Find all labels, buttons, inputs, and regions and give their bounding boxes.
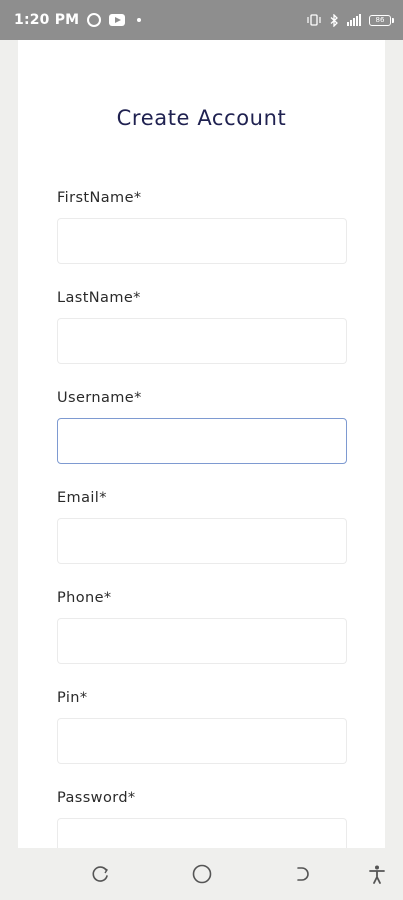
email-label: Email* bbox=[57, 490, 107, 506]
username-field[interactable] bbox=[57, 418, 347, 464]
password-field[interactable] bbox=[57, 818, 347, 848]
pin-field[interactable] bbox=[57, 718, 347, 764]
phone-label: Phone* bbox=[57, 590, 112, 606]
phone-field[interactable] bbox=[57, 618, 347, 664]
accessibility-icon[interactable] bbox=[365, 862, 389, 886]
signal-icon bbox=[347, 14, 361, 26]
lastname-label: LastName* bbox=[57, 290, 141, 306]
email-field[interactable] bbox=[57, 518, 347, 564]
status-bar: 1:20 PM 86 bbox=[0, 0, 403, 40]
system-nav-bar bbox=[0, 848, 403, 900]
vibrate-icon bbox=[307, 14, 321, 26]
notification-dot-icon bbox=[137, 18, 142, 22]
status-left: 1:20 PM bbox=[14, 12, 142, 28]
battery-icon: 86 bbox=[369, 14, 394, 26]
battery-text: 86 bbox=[375, 15, 385, 24]
status-time: 1:20 PM bbox=[14, 12, 80, 28]
lastname-field[interactable] bbox=[57, 318, 347, 364]
back-icon[interactable] bbox=[290, 862, 314, 886]
page-title: Create Account bbox=[116, 106, 287, 130]
bluetooth-icon bbox=[329, 13, 339, 27]
password-label: Password* bbox=[57, 790, 136, 806]
pin-label: Pin* bbox=[57, 690, 88, 706]
recent-apps-icon[interactable] bbox=[89, 862, 113, 886]
status-right: 86 bbox=[307, 13, 394, 27]
firstname-label: FirstName* bbox=[57, 190, 142, 206]
username-label: Username* bbox=[57, 390, 142, 406]
firstname-field[interactable] bbox=[57, 218, 347, 264]
home-icon[interactable] bbox=[190, 862, 214, 886]
whatsapp-icon bbox=[87, 13, 102, 27]
youtube-icon bbox=[109, 14, 126, 26]
create-account-card: Create Account FirstName* LastName* User… bbox=[18, 40, 385, 848]
